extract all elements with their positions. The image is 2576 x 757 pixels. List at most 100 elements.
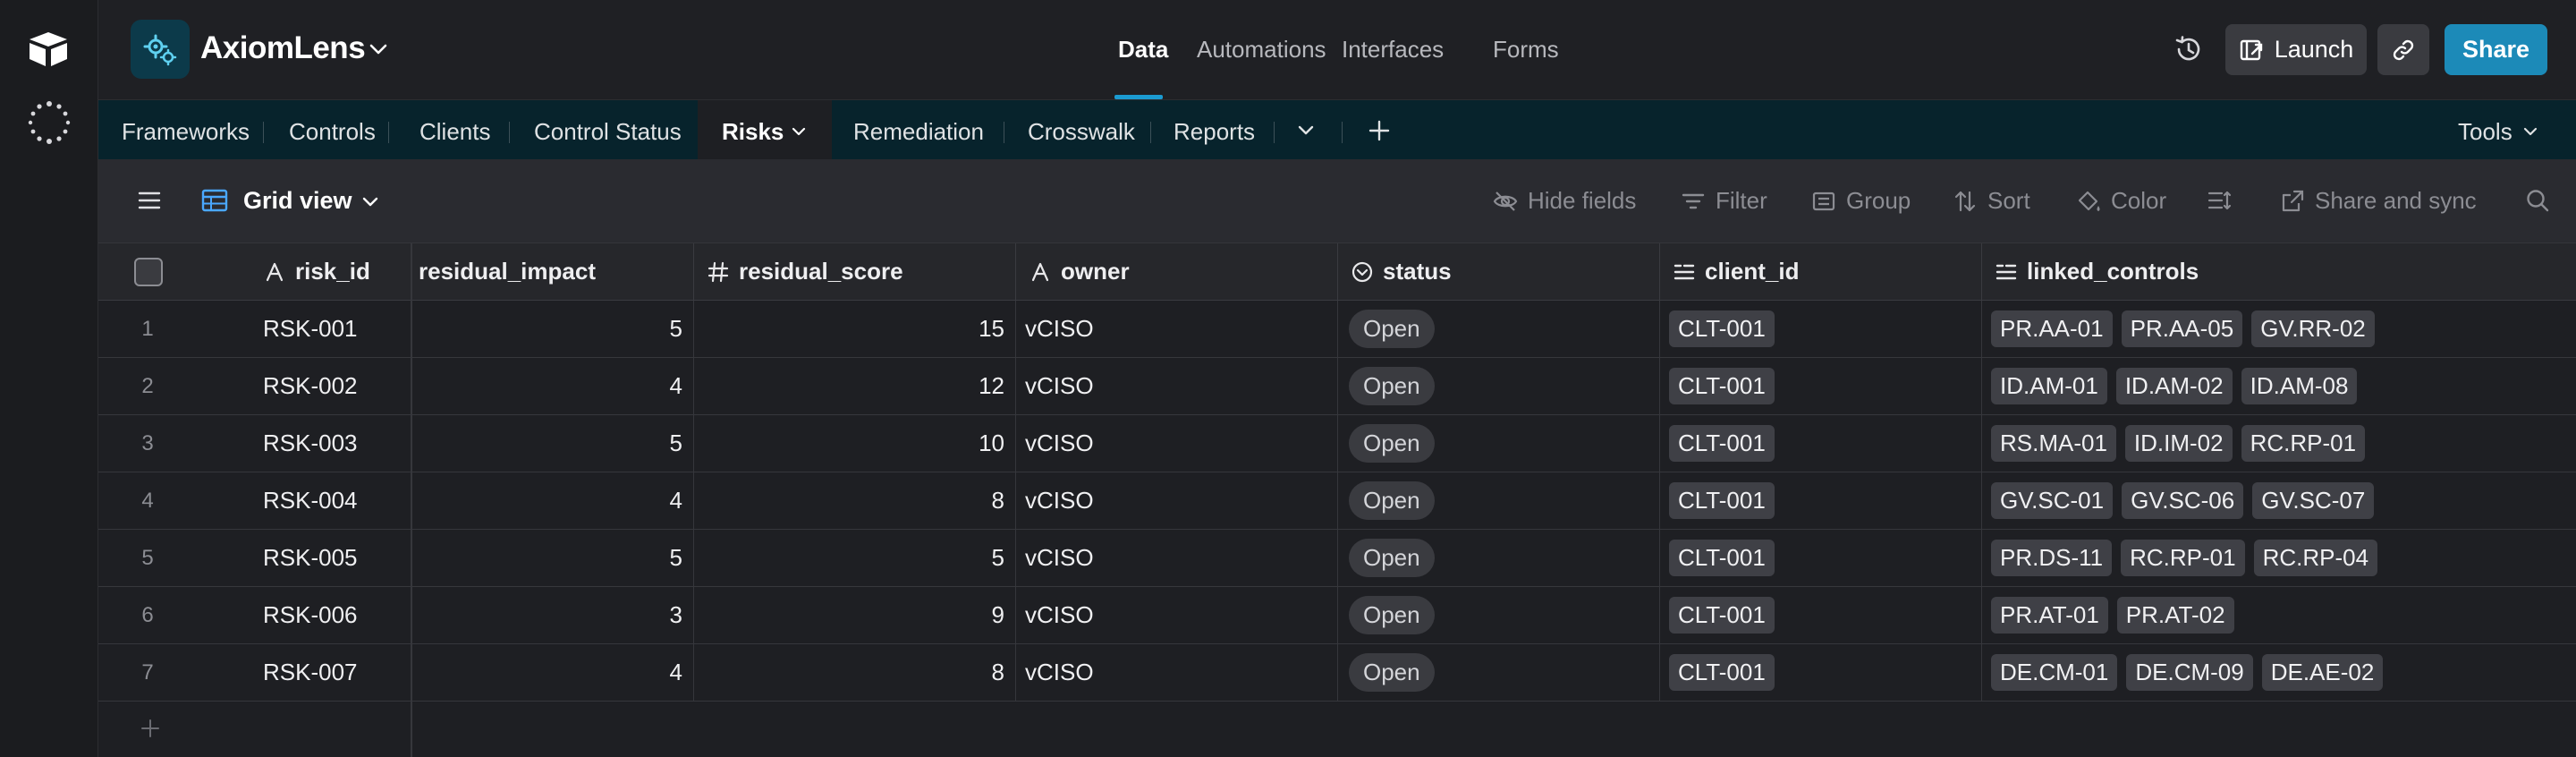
chevron-down-icon[interactable] [789,122,809,141]
linked-record-chip[interactable]: CLT-001 [1669,368,1775,404]
more-tables-chevron-icon[interactable] [1293,118,1318,143]
linked-record-chip[interactable]: CLT-001 [1669,310,1775,347]
hide-fields-button[interactable]: Hide fields [1492,187,1636,215]
cell-owner[interactable]: vCISO [1016,301,1338,358]
cell-status[interactable]: Open [1338,530,1660,587]
cell-linked-controls[interactable]: DE.CM-01 DE.CM-09 DE.AE-02 [1982,644,2576,702]
tab-reports[interactable]: Reports [1174,118,1255,146]
sort-button[interactable]: Sort [1952,187,2030,215]
row-height-icon[interactable] [2206,187,2233,214]
chevron-down-icon[interactable] [360,191,381,212]
history-icon[interactable] [2174,34,2204,64]
cell-status[interactable]: Open [1338,415,1660,472]
tab-crosswalk[interactable]: Crosswalk [1028,118,1135,146]
tab-control-status[interactable]: Control Status [534,118,682,146]
topnav-forms[interactable]: Forms [1493,36,1559,64]
cell-owner[interactable]: vCISO [1016,415,1338,472]
tab-remediation[interactable]: Remediation [853,118,984,146]
tab-frameworks[interactable]: Frameworks [122,118,250,146]
cell-owner[interactable]: vCISO [1016,644,1338,702]
cell-linked-controls[interactable]: GV.SC-01 GV.SC-06 GV.SC-07 [1982,472,2576,530]
cell-client-id[interactable]: CLT-001 [1660,415,1982,472]
color-button[interactable]: Color [2075,187,2166,215]
search-icon[interactable] [2524,187,2551,214]
cell-residual-score[interactable]: 8 [694,644,1016,702]
linked-record-chip[interactable]: PR.AA-01 [1991,310,2113,347]
share-button[interactable]: Share [2445,24,2547,75]
topnav-interfaces[interactable]: Interfaces [1342,36,1444,64]
linked-record-chip[interactable]: PR.DS-11 [1991,540,2113,576]
cell-residual-score[interactable]: 8 [694,472,1016,530]
cell-client-id[interactable]: CLT-001 [1660,530,1982,587]
cell-residual-impact[interactable]: 5 [411,415,694,472]
linked-record-chip[interactable]: ID.IM-02 [2124,425,2233,462]
column-header-residual-impact[interactable]: residual_impact [411,243,694,301]
linked-record-chip[interactable]: ID.AM-08 [2241,368,2358,404]
cell-residual-score[interactable]: 9 [694,587,1016,644]
cell-status[interactable]: Open [1338,358,1660,415]
cell-client-id[interactable]: CLT-001 [1660,472,1982,530]
launch-button[interactable]: Launch [2225,24,2367,75]
cell-residual-impact[interactable]: 4 [411,644,694,702]
cell-client-id[interactable]: CLT-001 [1660,358,1982,415]
linked-record-chip[interactable]: RC.RP-04 [2253,540,2378,576]
cell-risk-id[interactable]: RSK-001 [197,301,411,358]
cell-residual-impact[interactable]: 3 [411,587,694,644]
linked-record-chip[interactable]: ID.AM-01 [1991,368,2107,404]
cell-owner[interactable]: vCISO [1016,530,1338,587]
column-header-linked-controls[interactable]: linked_controls [1982,243,2576,301]
linked-record-chip[interactable]: CLT-001 [1669,597,1775,634]
column-header-status[interactable]: status [1338,243,1660,301]
app-icon[interactable] [131,20,190,79]
tab-controls[interactable]: Controls [289,118,376,146]
filter-button[interactable]: Filter [1680,187,1767,215]
cell-residual-score[interactable]: 15 [694,301,1016,358]
cell-residual-impact[interactable]: 5 [411,530,694,587]
grid-view-icon[interactable] [200,186,229,215]
cell-status[interactable]: Open [1338,644,1660,702]
cell-status[interactable]: Open [1338,587,1660,644]
topnav-automations[interactable]: Automations [1197,36,1326,64]
select-all-checkbox[interactable] [134,258,163,286]
cell-risk-id[interactable]: RSK-003 [197,415,411,472]
cell-client-id[interactable]: CLT-001 [1660,301,1982,358]
cell-linked-controls[interactable]: PR.AA-01 PR.AA-05 GV.RR-02 [1982,301,2576,358]
linked-record-chip[interactable]: DE.AE-02 [2261,654,2384,691]
column-header-owner[interactable]: owner [1016,243,1338,301]
chevron-down-icon[interactable] [367,38,390,61]
linked-record-chip[interactable]: PR.AT-01 [1991,597,2108,634]
group-button[interactable]: Group [1810,187,1911,215]
linked-record-chip[interactable]: GV.SC-01 [1991,482,2114,519]
cell-linked-controls[interactable]: PR.AT-01 PR.AT-02 [1982,587,2576,644]
tab-risks-label[interactable]: Risks [722,118,784,146]
linked-record-chip[interactable]: RC.RP-01 [2121,540,2245,576]
cell-risk-id[interactable]: RSK-005 [197,530,411,587]
linked-record-chip[interactable]: CLT-001 [1669,482,1775,519]
share-and-sync-button[interactable]: Share and sync [2279,187,2477,215]
tools-menu[interactable]: Tools [2458,118,2512,146]
cell-risk-id[interactable]: RSK-007 [197,644,411,702]
workspace-logo-icon[interactable] [28,30,69,68]
add-record-row[interactable] [98,702,411,757]
cell-risk-id[interactable]: RSK-006 [197,587,411,644]
cell-owner[interactable]: vCISO [1016,472,1338,530]
column-header-client-id[interactable]: client_id [1660,243,1982,301]
cell-residual-score[interactable]: 10 [694,415,1016,472]
cell-client-id[interactable]: CLT-001 [1660,644,1982,702]
cell-residual-score[interactable]: 5 [694,530,1016,587]
linked-record-chip[interactable]: PR.AA-05 [2121,310,2243,347]
linked-record-chip[interactable]: GV.SC-06 [2122,482,2244,519]
copy-link-button[interactable] [2377,24,2429,75]
linked-record-chip[interactable]: CLT-001 [1669,654,1775,691]
linked-record-chip[interactable]: CLT-001 [1669,540,1775,576]
linked-record-chip[interactable]: GV.RR-02 [2251,310,2375,347]
cell-client-id[interactable]: CLT-001 [1660,587,1982,644]
linked-record-chip[interactable]: RS.MA-01 [1991,425,2116,462]
view-name[interactable]: Grid view [243,187,352,215]
tab-clients[interactable]: Clients [419,118,490,146]
linked-record-chip[interactable]: PR.AT-02 [2116,597,2234,634]
linked-record-chip[interactable]: CLT-001 [1669,425,1775,462]
column-header-residual-score[interactable]: residual_score [694,243,1016,301]
cell-risk-id[interactable]: RSK-004 [197,472,411,530]
cell-linked-controls[interactable]: ID.AM-01 ID.AM-02 ID.AM-08 [1982,358,2576,415]
